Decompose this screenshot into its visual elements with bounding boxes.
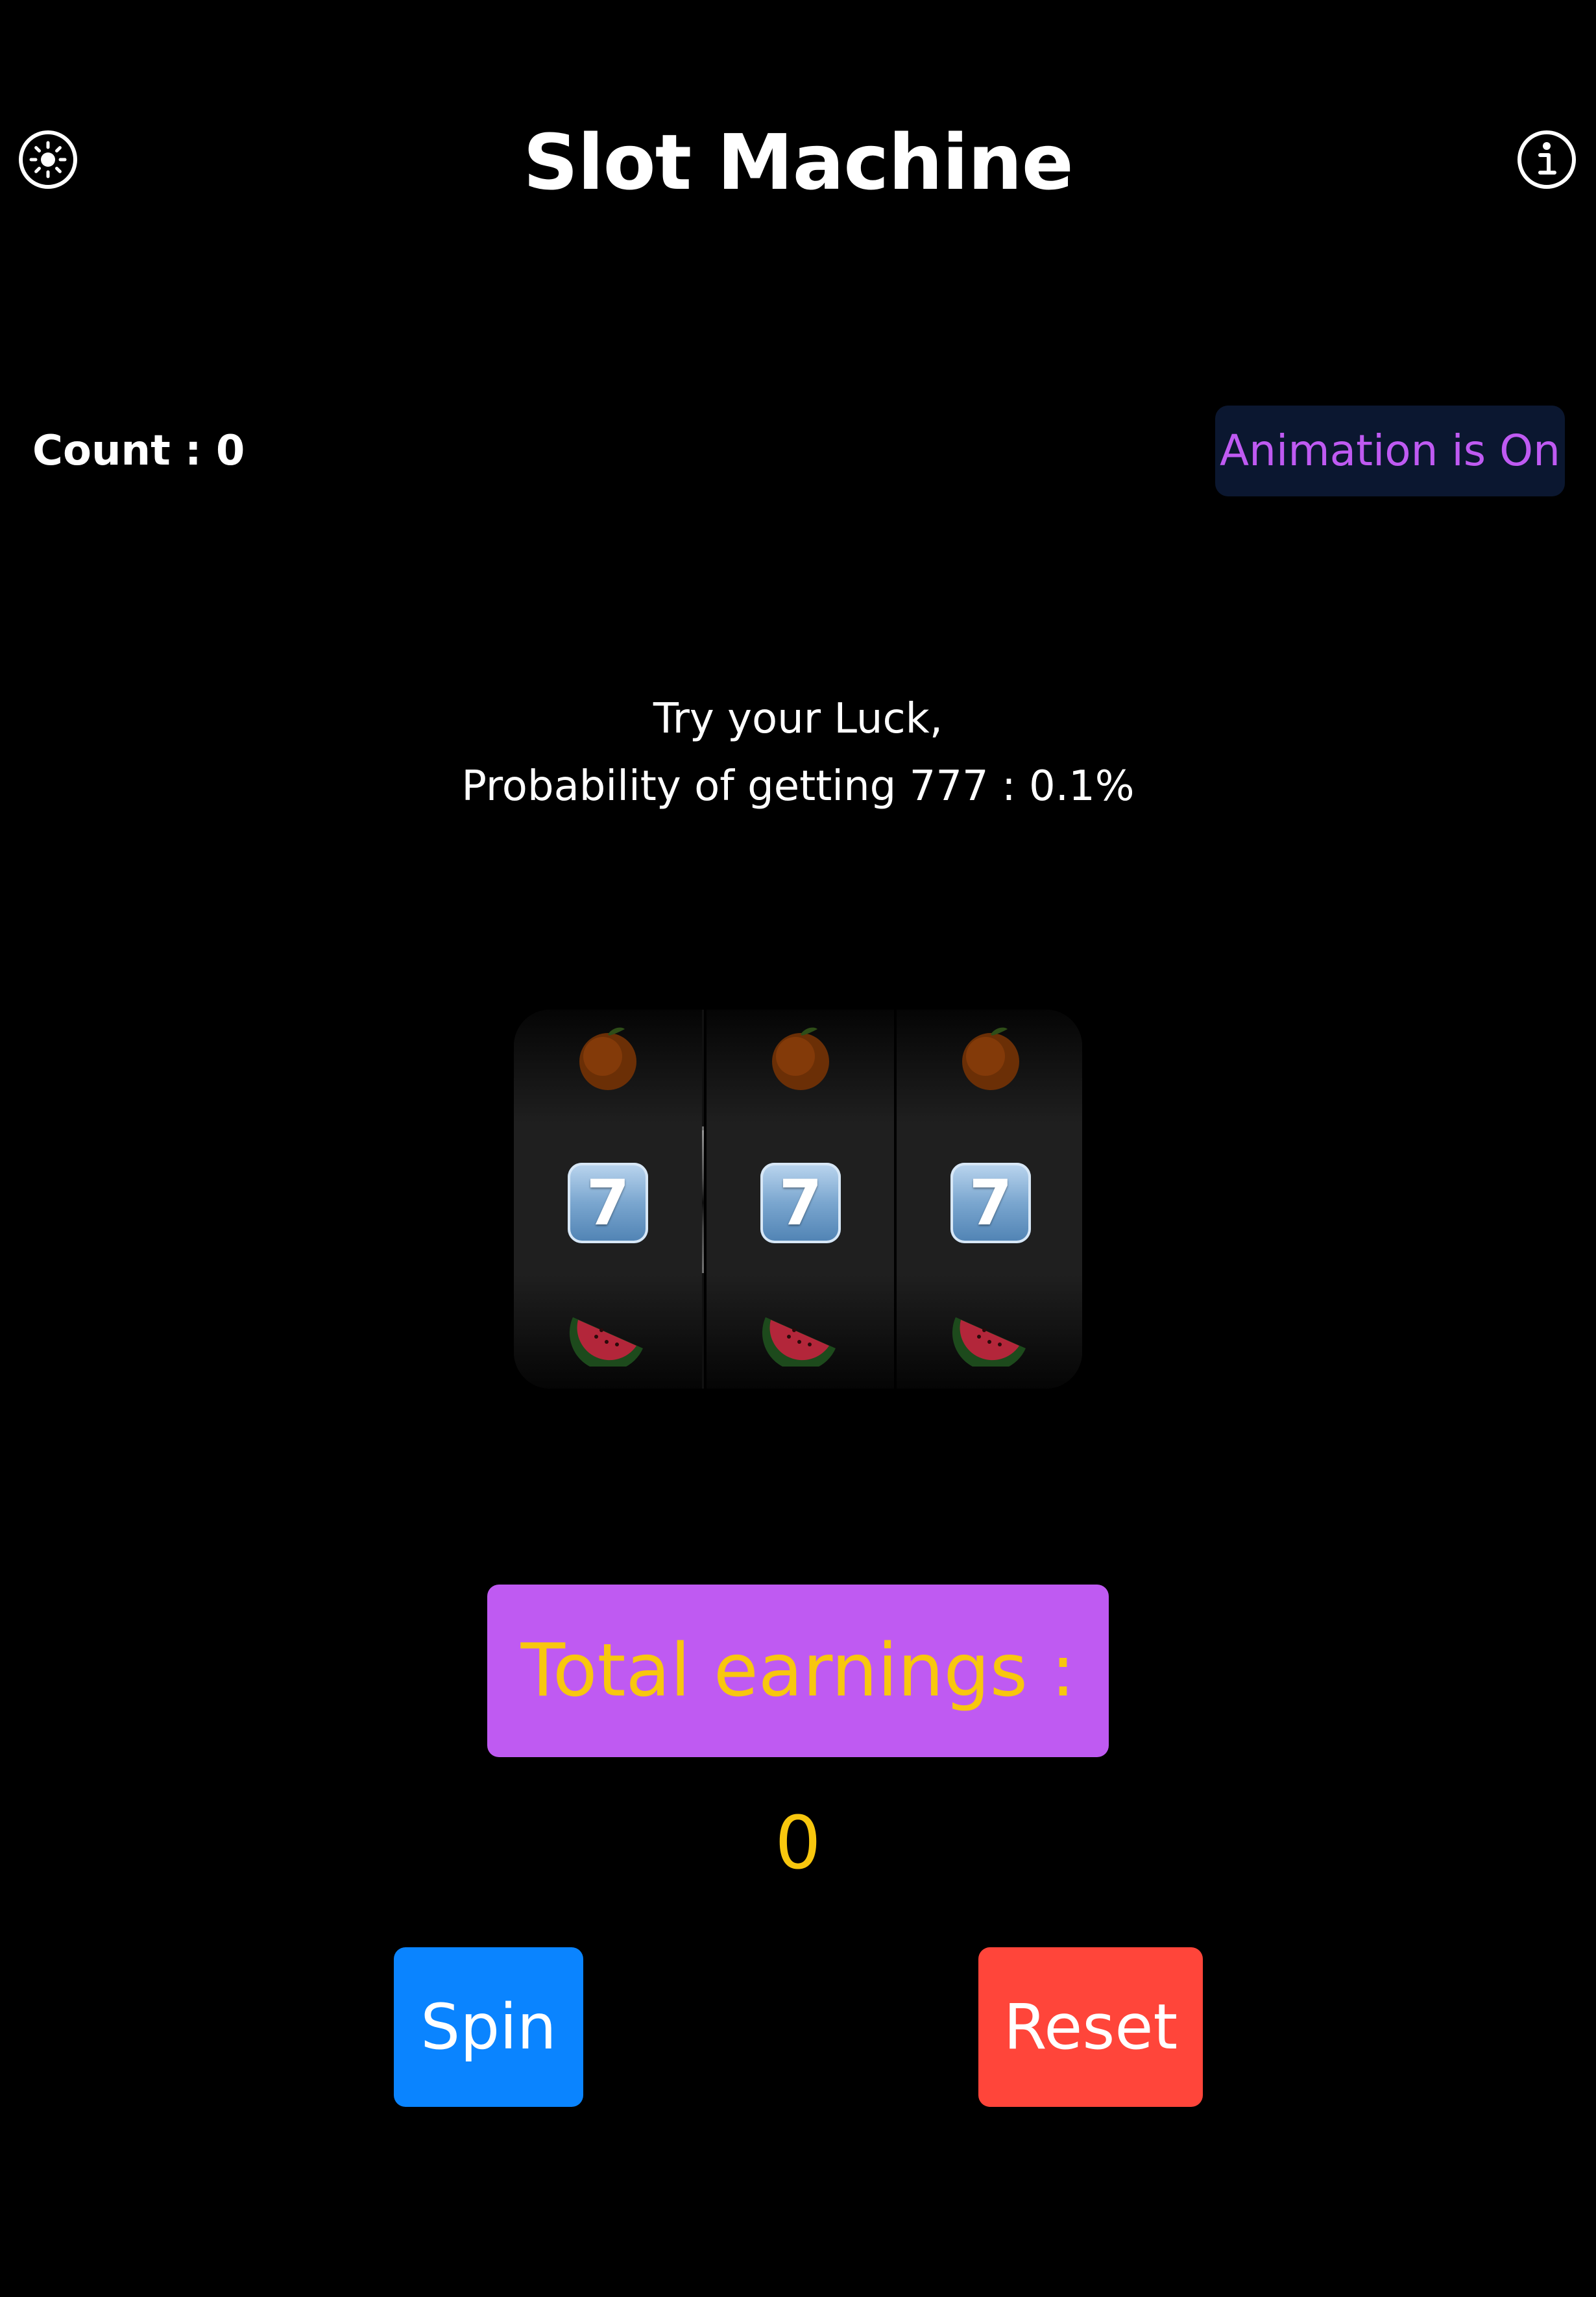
page-title: Slot Machine xyxy=(523,117,1073,207)
tagline-probability: Probability of getting 777 : 0.1% xyxy=(461,762,1135,810)
watermelon-icon xyxy=(897,1308,1082,1369)
info-icon-glyph xyxy=(1517,130,1576,189)
info-icon[interactable] xyxy=(1516,128,1578,191)
watermelon-icon xyxy=(514,1308,702,1369)
reset-button[interactable]: Reset xyxy=(978,1947,1203,2107)
animation-toggle-button[interactable]: Animation is On xyxy=(1215,406,1565,496)
seven-icon: 7 xyxy=(950,1163,1031,1243)
total-earnings-label: Total earnings : 0 xyxy=(487,1585,1109,1886)
reel-3: 7 xyxy=(894,1010,1082,1389)
slot-reels: 7 7 7 xyxy=(514,1010,1082,1389)
seven-icon: 7 xyxy=(568,1163,648,1243)
seven-symbol: 7 xyxy=(707,1163,895,1243)
spin-button[interactable]: Spin xyxy=(394,1947,583,2107)
orange-icon xyxy=(707,1024,895,1094)
seven-symbol: 7 xyxy=(897,1163,1082,1243)
orange-icon xyxy=(897,1024,1082,1094)
tagline-line1: Try your Luck, xyxy=(653,695,943,743)
count-label: Count : 0 xyxy=(32,427,245,475)
reel-1: 7 xyxy=(514,1010,702,1389)
watermelon-icon xyxy=(707,1308,895,1369)
seven-symbol: 7 xyxy=(514,1163,702,1243)
orange-icon xyxy=(514,1024,702,1094)
reel-2: 7 xyxy=(704,1010,895,1389)
seven-icon: 7 xyxy=(760,1163,841,1243)
